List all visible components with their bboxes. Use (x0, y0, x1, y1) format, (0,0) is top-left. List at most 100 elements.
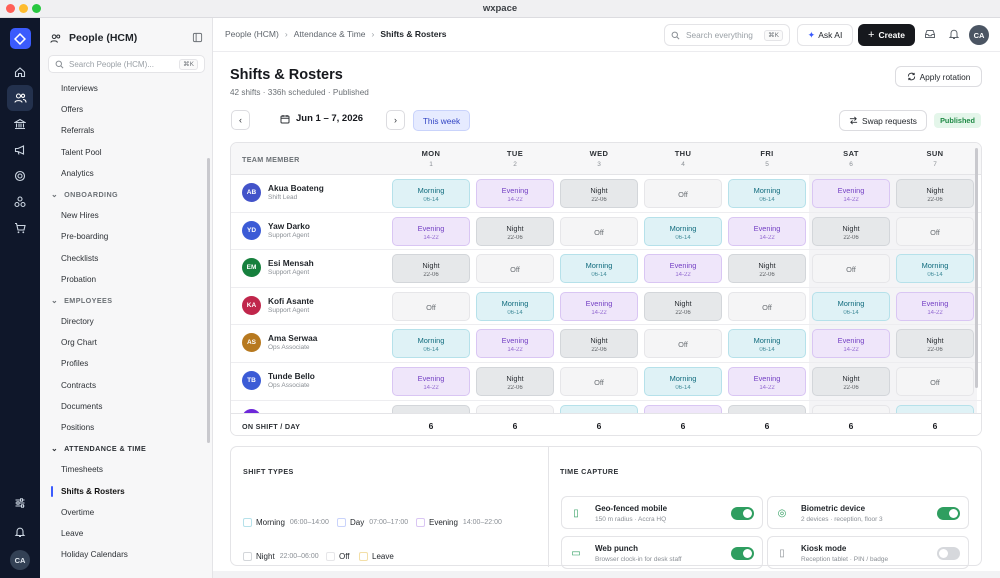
team-member[interactable]: EM Esi Mensah Support Agent (242, 258, 314, 278)
team-member[interactable]: AS Ama Serwaa Ops Associate (242, 333, 317, 353)
shift-cell[interactable]: Morning 06-14 (392, 329, 470, 359)
shift-cell[interactable]: Evening 14-22 (476, 329, 554, 359)
close-window-button[interactable] (6, 4, 15, 13)
shift-cell[interactable]: Morning 06-14 (560, 254, 638, 284)
ask-ai-button[interactable]: ✦ Ask AI (797, 24, 853, 46)
sidebar-item-leave[interactable]: Leave (40, 523, 212, 544)
shift-cell[interactable]: Night 22-06 (476, 216, 554, 246)
breadcrumb-item[interactable]: Attendance & Time (294, 29, 366, 39)
shift-cell[interactable]: Off (560, 367, 638, 396)
shift-cell[interactable]: Off (560, 216, 638, 246)
shift-cell[interactable]: Evening 14-22 (560, 291, 638, 321)
shift-cell[interactable]: Night 22-06 (644, 291, 722, 321)
bank-icon[interactable] (7, 111, 33, 137)
this-week-button[interactable]: This week (413, 110, 470, 131)
swap-requests-button[interactable]: Swap requests (839, 110, 927, 131)
sidebar-item-positions[interactable]: Positions (40, 417, 212, 438)
collapse-sidebar-icon[interactable] (192, 32, 203, 43)
toggle-switch[interactable] (731, 547, 754, 560)
sidebar-item-contracts[interactable]: Contracts (40, 375, 212, 396)
megaphone-icon[interactable] (7, 137, 33, 163)
shift-cell[interactable]: Night 22-06 (728, 254, 806, 284)
shift-cell[interactable]: Night 22-06 (560, 329, 638, 359)
shift-cell[interactable]: Morning 06-14 (476, 291, 554, 321)
shift-cell[interactable]: Night 22-06 (812, 216, 890, 246)
shift-cell[interactable]: Night 22-06 (560, 179, 638, 208)
sidebar-item-org-chart[interactable]: Org Chart (40, 332, 212, 353)
team-member[interactable]: AB Akua Boateng Shift Lead (242, 183, 324, 202)
next-week-button[interactable]: › (386, 110, 405, 130)
shift-cell[interactable]: Off (812, 254, 890, 284)
sidebar-item-probation[interactable]: Probation (40, 269, 212, 290)
previous-week-button[interactable]: ‹ (231, 110, 250, 130)
sidebar-item-documents[interactable]: Documents (40, 396, 212, 417)
create-button[interactable]: + Create (858, 24, 915, 46)
sidebar-section-employees[interactable]: ⌄ EMPLOYEES (40, 290, 212, 311)
shift-cell[interactable]: Off (896, 367, 974, 396)
sidebar-search-input[interactable]: Search People (HCM)... ⌘K (48, 55, 205, 73)
home-icon[interactable] (7, 59, 33, 85)
shift-cell[interactable]: Evening 14-22 (728, 216, 806, 246)
toggle-switch[interactable] (731, 507, 754, 520)
sidebar-item-overtime[interactable]: Overtime (40, 502, 212, 523)
shift-cell[interactable]: Morning 06-14 (644, 216, 722, 246)
shift-cell[interactable]: Evening 14-22 (812, 179, 890, 208)
shift-cell[interactable]: Morning 06-14 (812, 291, 890, 321)
team-member[interactable]: YD Yaw Darko Support Agent (242, 220, 310, 240)
sidebar-item-timesheets[interactable]: Timesheets (40, 459, 212, 480)
shift-cell[interactable]: Evening 14-22 (728, 367, 806, 396)
shift-cell[interactable]: Off (392, 291, 470, 321)
toggle-switch[interactable] (937, 547, 960, 560)
sidebar-scrollbar[interactable] (207, 158, 210, 443)
sidebar-item-offers[interactable]: Offers (40, 99, 212, 120)
shift-cell[interactable]: Night 22-06 (812, 367, 890, 396)
shift-cell[interactable]: Morning 06-14 (728, 329, 806, 359)
roster-scrollbar[interactable] (975, 148, 978, 388)
shift-cell[interactable]: Morning 06-14 (728, 179, 806, 208)
app-logo[interactable] (9, 28, 31, 49)
shift-cell[interactable]: Off (728, 291, 806, 321)
apply-rotation-button[interactable]: Apply rotation (895, 66, 982, 87)
minimize-window-button[interactable] (19, 4, 28, 13)
date-range[interactable]: Jun 1 – 7, 2026 (280, 113, 363, 124)
cart-icon[interactable] (7, 215, 33, 241)
sidebar-item-shifts-rosters[interactable]: Shifts & Rosters (40, 481, 212, 502)
team-member[interactable]: TB Tunde Bello Ops Associate (242, 371, 315, 390)
shift-cell[interactable]: Night 22-06 (392, 254, 470, 284)
sidebar-item-holiday-calendars[interactable]: Holiday Calendars (40, 544, 212, 565)
sidebar-item-directory[interactable]: Directory (40, 311, 212, 332)
sidebar-section-onboarding[interactable]: ⌄ ONBOARDING (40, 184, 212, 205)
global-search-input[interactable]: Search everything ⌘K (664, 24, 790, 46)
sidebar-item-new-hires[interactable]: New Hires (40, 205, 212, 226)
sidebar-item-analytics[interactable]: Analytics (40, 163, 212, 184)
sidebar-item-interviews[interactable]: Interviews (40, 78, 212, 99)
support-icon[interactable] (7, 163, 33, 189)
sidebar-item-talent-pool[interactable]: Talent Pool (40, 142, 212, 163)
shift-cell[interactable]: Night 22-06 (476, 367, 554, 396)
toggle-switch[interactable] (937, 507, 960, 520)
bell-icon[interactable] (7, 519, 33, 545)
maximize-window-button[interactable] (32, 4, 41, 13)
sidebar-item-checklists[interactable]: Checklists (40, 248, 212, 269)
shift-cell[interactable]: Evening 14-22 (896, 291, 974, 321)
shift-cell[interactable]: Morning 06-14 (392, 179, 470, 208)
sliders-icon[interactable] (7, 490, 33, 516)
shift-cell[interactable]: Evening 14-22 (392, 367, 470, 396)
rail-avatar[interactable]: CA (10, 550, 30, 570)
bell-icon[interactable] (948, 28, 960, 40)
shift-cell[interactable]: Morning 06-14 (644, 367, 722, 396)
shift-cell[interactable]: Evening 14-22 (812, 329, 890, 359)
breadcrumb-item[interactable]: People (HCM) (225, 29, 279, 39)
shift-cell[interactable]: Evening 14-22 (476, 179, 554, 208)
inbox-icon[interactable] (924, 28, 936, 40)
shift-cell[interactable]: Off (476, 254, 554, 284)
sidebar-section-attendance-time[interactable]: ⌄ ATTENDANCE & TIME (40, 438, 212, 459)
sidebar-item-pre-boarding[interactable]: Pre-boarding (40, 226, 212, 247)
sidebar-item-referrals[interactable]: Referrals (40, 120, 212, 141)
shift-cell[interactable]: Morning 06-14 (896, 254, 974, 284)
shift-cell[interactable]: Off (896, 216, 974, 246)
shift-cell[interactable]: Evening 14-22 (644, 254, 722, 284)
shift-cell[interactable]: Evening 14-22 (392, 216, 470, 246)
shift-cell[interactable]: Off (644, 179, 722, 208)
horizontal-scrollbar[interactable] (213, 571, 1000, 578)
